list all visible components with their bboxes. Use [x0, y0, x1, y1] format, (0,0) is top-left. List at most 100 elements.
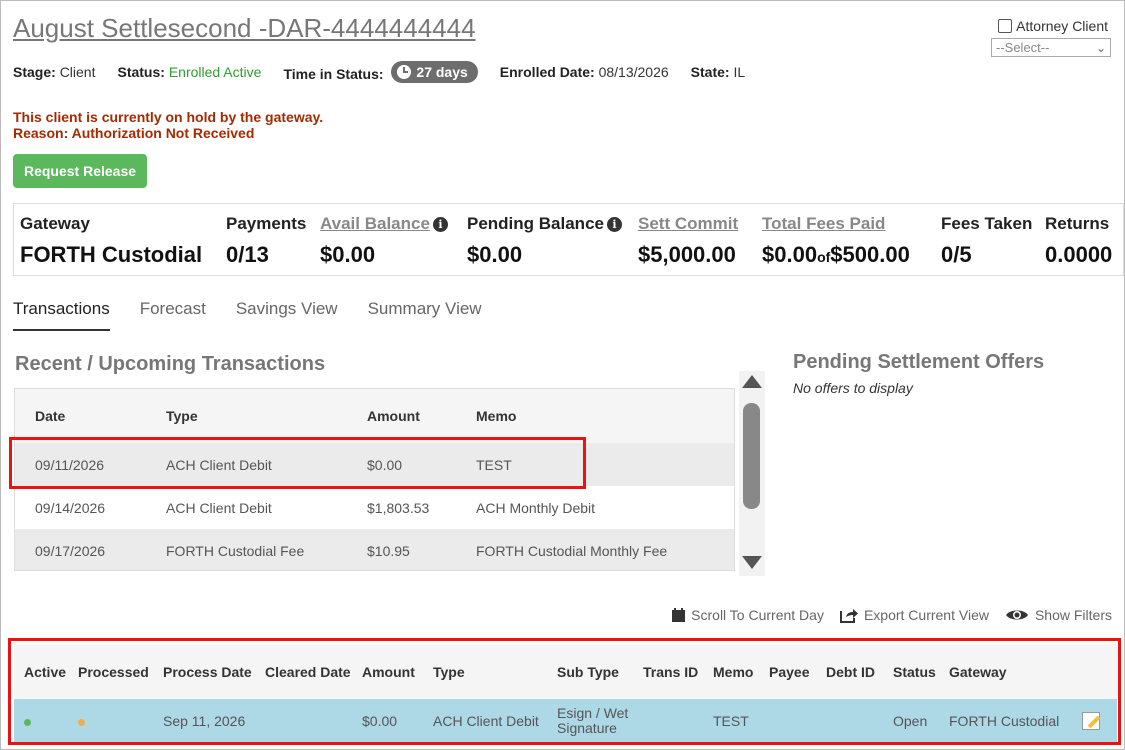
- recent-transactions-scrollbar[interactable]: [739, 371, 765, 576]
- time-in-status-value: 27 days: [416, 64, 468, 80]
- fees-paid-total: $500.00: [830, 242, 910, 267]
- show-filters-button[interactable]: Show Filters: [1005, 607, 1112, 623]
- total-fees-paid-value: $0.00of$500.00: [762, 242, 910, 268]
- fees-taken-label: Fees Taken: [941, 214, 1033, 233]
- tab-summary-view[interactable]: Summary View: [368, 299, 482, 331]
- export-current-view-button[interactable]: Export Current View: [839, 607, 989, 623]
- returns-label: Returns: [1045, 214, 1110, 233]
- pending-balance-label: Pending Balance: [467, 214, 604, 233]
- table-cell: [759, 699, 816, 742]
- scroll-to-current-day-label: Scroll To Current Day: [691, 607, 824, 623]
- table-cell: FORTH Custodial: [939, 699, 1072, 742]
- tab-forecast[interactable]: Forecast: [140, 299, 206, 331]
- attorney-client-label: Attorney Client: [1016, 18, 1108, 34]
- column-header: [1072, 644, 1117, 699]
- calendar-icon: [672, 608, 686, 622]
- sub-type-line: Signature: [557, 719, 617, 736]
- column-header: Type: [146, 389, 347, 443]
- scroll-to-current-day-button[interactable]: Scroll To Current Day: [672, 607, 824, 623]
- info-icon[interactable]: i: [432, 216, 448, 232]
- state-value: IL: [733, 64, 746, 80]
- processed-status-dot: [78, 718, 85, 726]
- scroll-down-icon[interactable]: [742, 556, 762, 569]
- table-row[interactable]: 09/17/2026 FORTH Custodial Fee $10.95 FO…: [15, 529, 734, 570]
- status-row: Stage: Client Status: Enrolled Active Ti…: [13, 61, 767, 83]
- fees-taken-summary: Fees Taken 0/5: [941, 214, 1032, 268]
- table-cell: [816, 699, 883, 742]
- attorney-client-checkbox[interactable]: [998, 19, 1013, 33]
- status-label: Status:: [117, 64, 165, 80]
- column-header[interactable]: Sub Type: [547, 644, 633, 699]
- attorney-select[interactable]: --Select-- ⌄: [991, 38, 1111, 57]
- info-icon[interactable]: i: [606, 216, 622, 232]
- column-header: Memo: [456, 389, 734, 443]
- scroll-thumb[interactable]: [743, 403, 760, 509]
- hold-notice: This client is currently on hold by the …: [13, 109, 323, 141]
- column-header[interactable]: Cleared Date: [255, 644, 352, 699]
- column-header[interactable]: Active: [14, 644, 68, 699]
- fees-paid-amount: $0.00: [762, 242, 818, 267]
- returns-value: 0.0000: [1045, 242, 1113, 267]
- table-cell: $0.00: [347, 443, 456, 486]
- column-header[interactable]: Gateway: [939, 644, 1072, 699]
- avail-balance-link[interactable]: Avail Balance: [320, 214, 430, 234]
- table-cell: 09/11/2026: [15, 443, 146, 486]
- attorney-select-value: --Select--: [996, 40, 1050, 55]
- column-header[interactable]: Amount: [352, 644, 423, 699]
- table-cell: Open: [883, 699, 939, 742]
- payments-label: Payments: [226, 214, 307, 233]
- export-icon: [839, 609, 858, 623]
- avail-balance-summary: Avail Balance i $0.00: [320, 214, 448, 268]
- column-header[interactable]: Payee: [759, 644, 816, 699]
- stage-label: Stage:: [13, 64, 56, 80]
- table-row[interactable]: 09/14/2026 ACH Client Debit $1,803.53 AC…: [15, 486, 734, 529]
- table-header-row: Active Processed Process Date Cleared Da…: [14, 644, 1117, 699]
- total-fees-paid-link[interactable]: Total Fees Paid: [762, 214, 910, 234]
- eye-icon: [1005, 610, 1028, 620]
- column-header[interactable]: Status: [883, 644, 939, 699]
- recent-transactions-title: Recent / Upcoming Transactions: [15, 353, 326, 375]
- tab-transactions[interactable]: Transactions: [13, 299, 110, 331]
- tab-savings-view[interactable]: Savings View: [236, 299, 338, 331]
- column-header[interactable]: Process Date: [153, 644, 255, 699]
- column-header[interactable]: Debt ID: [816, 644, 883, 699]
- table-cell: [255, 699, 352, 742]
- sub-type-line: Esign / Wet: [557, 704, 629, 721]
- table-cell: ACH Monthly Debit: [476, 499, 596, 516]
- scroll-up-icon[interactable]: [742, 375, 762, 388]
- table-cell: FORTH Custodial Fee: [146, 529, 347, 570]
- attorney-client-toggle[interactable]: Attorney Client: [998, 18, 1108, 34]
- table-row[interactable]: Sep 11, 2026 $0.00 ACH Client Debit Esig…: [14, 699, 1117, 742]
- sett-commit-summary: Sett Commit $5,000.00: [638, 214, 738, 268]
- column-header[interactable]: Type: [423, 644, 547, 699]
- table-row[interactable]: 09/11/2026 ACH Client Debit $0.00 TEST: [15, 443, 734, 486]
- column-header[interactable]: Processed: [68, 644, 153, 699]
- hold-reason: Reason: Authorization Not Received: [13, 125, 255, 141]
- gateway-label: Gateway: [20, 214, 90, 233]
- recent-transactions-table: Date Type Amount Memo 09/11/2026 ACH Cli…: [14, 388, 735, 571]
- pending-offers-title: Pending Settlement Offers: [793, 351, 1045, 373]
- sett-commit-value: $5,000.00: [638, 242, 736, 267]
- ledger-toolbar: Scroll To Current Day Export Current Vie…: [672, 607, 1112, 623]
- table-cell: TEST: [703, 699, 759, 742]
- no-offers-message: No offers to display: [793, 380, 913, 396]
- table-cell: $1,803.53: [367, 499, 430, 516]
- request-release-button[interactable]: Request Release: [13, 154, 147, 188]
- edit-icon[interactable]: [1082, 711, 1100, 730]
- stage-value: Client: [59, 64, 96, 80]
- table-cell: FORTH Custodial Monthly Fee: [456, 529, 734, 570]
- gateway-summary: Gateway FORTH Custodial: [20, 214, 202, 268]
- column-header[interactable]: Memo: [703, 644, 759, 699]
- transactions-ledger-table: Active Processed Process Date Cleared Da…: [14, 644, 1117, 742]
- stage-field: Stage: Client: [13, 64, 95, 80]
- column-header[interactable]: Trans ID: [633, 644, 703, 699]
- table-cell: ACH Client Debit: [146, 443, 347, 486]
- table-cell: ACH Client Debit: [166, 499, 272, 516]
- hold-message: This client is currently on hold by the …: [13, 109, 324, 125]
- table-cell: ACH Client Debit: [423, 699, 547, 742]
- payments-summary: Payments 0/13: [226, 214, 306, 268]
- client-title[interactable]: August Settlesecond -DAR-4444444444: [13, 13, 476, 44]
- table-cell: $10.95: [347, 529, 456, 570]
- sett-commit-link[interactable]: Sett Commit: [638, 214, 738, 234]
- enrolled-date-value: 08/13/2026: [598, 64, 669, 80]
